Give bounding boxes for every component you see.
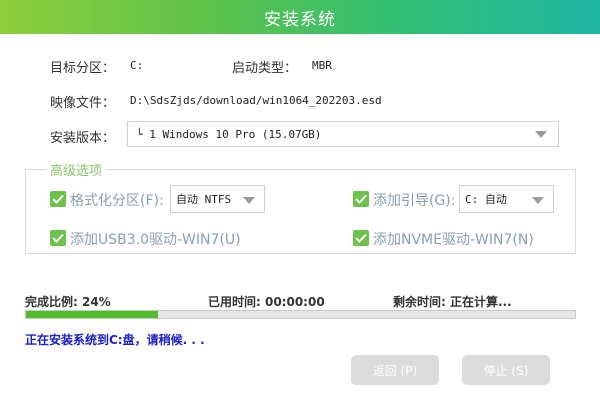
image-file-label: 映像文件： — [50, 96, 116, 111]
install-progress-bar — [25, 310, 576, 319]
progress-fill — [26, 311, 158, 318]
boot-type-label: 启动类型： — [232, 61, 298, 76]
nvme-driver-checkbox[interactable] — [353, 230, 369, 246]
checkmark-icon — [52, 233, 64, 243]
checkmark-icon — [355, 233, 367, 243]
edition-label: 安装版本： — [50, 131, 116, 146]
add-boot-checkbox[interactable] — [353, 191, 369, 207]
edition-dropdown[interactable]: └ 1 Windows 10 Pro (15.07GB) — [127, 121, 559, 147]
checkmark-icon — [52, 194, 64, 204]
format-type-value: 自动 NTFS — [176, 193, 232, 206]
boot-type-value: MBR — [312, 59, 332, 72]
elapsed-time: 已用时间: 00:00:00 — [208, 295, 325, 309]
add-boot-label: 添加引导(G): — [373, 193, 456, 209]
edition-selected-value: └ 1 Windows 10 Pro (15.07GB) — [136, 127, 322, 141]
nvme-driver-label: 添加NVME驱动-WIN7(N) — [373, 232, 534, 248]
target-partition-value: C: — [130, 59, 144, 72]
usb3-driver-checkbox[interactable] — [50, 230, 66, 246]
caret-down-icon — [535, 131, 547, 138]
format-partition-label: 格式化分区(F): — [70, 193, 164, 209]
checkmark-icon — [355, 194, 367, 204]
title-bar: 安装系统 — [0, 0, 600, 34]
advanced-options-title: 高级选项 — [46, 160, 107, 179]
window-title: 安装系统 — [264, 9, 336, 30]
remaining-time: 剩余时间: 正在计算... — [393, 295, 512, 309]
back-button[interactable]: 返回 (P) — [351, 355, 439, 385]
stop-button[interactable]: 停止 (S) — [462, 355, 550, 385]
boot-target-value: C: 自动 — [465, 193, 507, 206]
completion-ratio: 完成比例: 24% — [25, 295, 111, 309]
format-partition-checkbox[interactable] — [50, 191, 66, 207]
install-status-message: 正在安装系统到C:盘，请稍候. . . — [25, 333, 205, 347]
boot-target-dropdown[interactable]: C: 自动 — [459, 185, 554, 213]
target-partition-label: 目标分区： — [50, 61, 116, 76]
caret-down-icon — [243, 197, 255, 204]
caret-down-icon — [532, 197, 544, 204]
image-file-path: D:\SdsZjds/download/win1064_202203.esd — [130, 94, 382, 107]
format-type-dropdown[interactable]: 自动 NTFS — [170, 185, 265, 213]
usb3-driver-label: 添加USB3.0驱动-WIN7(U) — [70, 232, 241, 248]
